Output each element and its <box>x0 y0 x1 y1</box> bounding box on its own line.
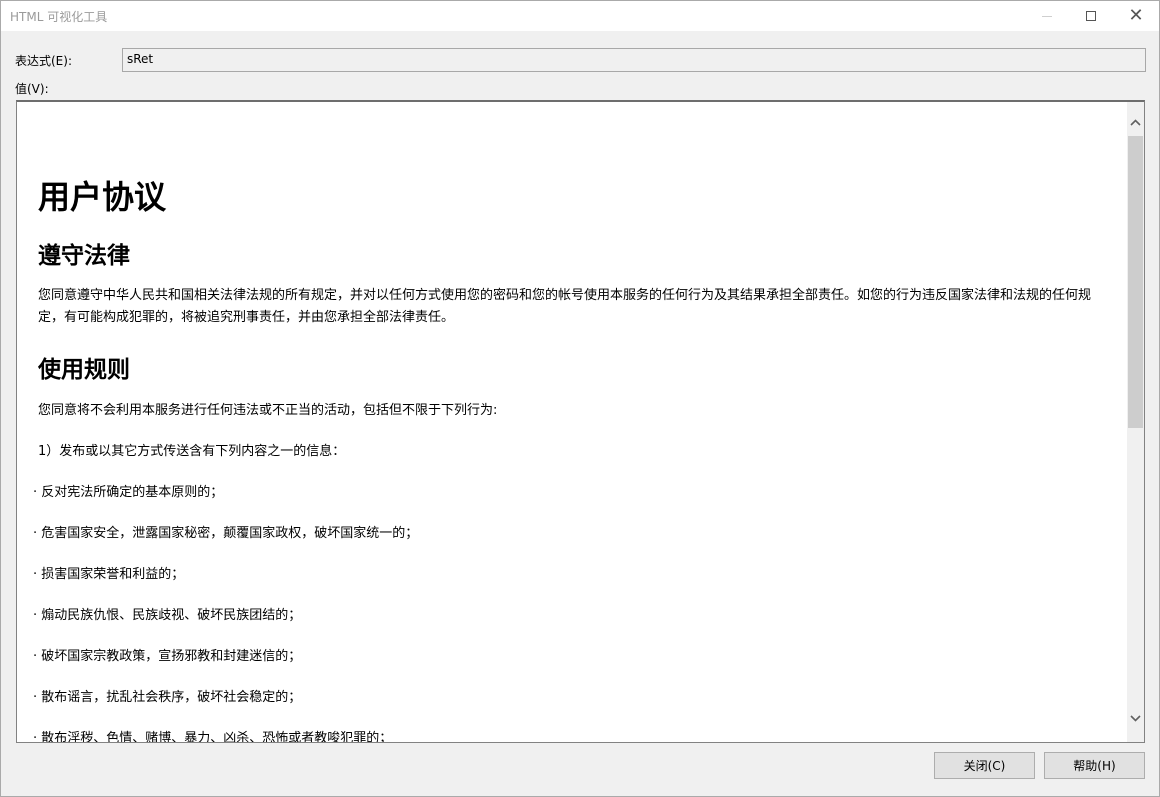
list-item: · 损害国家荣誉和利益的； <box>33 567 185 582</box>
maximize-icon <box>1086 11 1096 21</box>
doc-title: 用户协议 <box>38 178 167 216</box>
expression-field[interactable]: sRet <box>122 48 1146 72</box>
maximize-button[interactable] <box>1068 1 1114 31</box>
help-button[interactable]: 帮助(H) <box>1044 752 1145 779</box>
section-text-law: 您同意遵守中华人民共和国相关法律法规的所有规定，并对以任何方式使用您的密码和您的… <box>38 288 1092 325</box>
window-title: HTML 可视化工具 <box>10 10 108 24</box>
html-value-viewer[interactable]: 用户协议 遵守法律 您同意遵守中华人民共和国相关法律法规的所有规定，并对以任何方… <box>16 100 1145 743</box>
list-item: · 反对宪法所确定的基本原则的； <box>33 485 224 500</box>
list-item: · 煽动民族仇恨、民族歧视、破坏民族团结的； <box>33 608 302 623</box>
list-item: · 破坏国家宗教政策，宣扬邪教和封建迷信的； <box>33 649 302 664</box>
rendered-html-content: 用户协议 遵守法律 您同意遵守中华人民共和国相关法律法规的所有规定，并对以任何方… <box>17 102 1127 742</box>
section-heading-rules: 使用规则 <box>38 357 130 383</box>
section-heading-law: 遵守法律 <box>38 243 130 269</box>
scrollbar-thumb[interactable] <box>1128 136 1143 428</box>
section-text-rules: 您同意将不会利用本服务进行任何违法或不正当的活动，包括但不限于下列行为: <box>38 403 498 418</box>
minimize-icon <box>1042 15 1052 17</box>
expression-label: 表达式(E): <box>15 54 72 68</box>
list-item: · 散布淫秽、色情、赌博、暴力、凶杀、恐怖或者教唆犯罪的； <box>33 731 393 742</box>
html-visualizer-window: HTML 可视化工具 ✕ 表达式(E): sRet 值(V): 用户协议 遵守法… <box>0 0 1160 797</box>
vertical-scrollbar[interactable] <box>1127 102 1144 742</box>
close-button[interactable]: 关闭(C) <box>934 752 1035 779</box>
close-window-button[interactable]: ✕ <box>1113 1 1159 31</box>
scroll-up-arrow-icon[interactable] <box>1127 114 1144 131</box>
title-bar[interactable]: HTML 可视化工具 ✕ <box>1 1 1159 31</box>
list-item: · 散布谣言，扰乱社会秩序，破坏社会稳定的； <box>33 690 302 705</box>
list-item: · 危害国家安全，泄露国家秘密，颠覆国家政权，破坏国家统一的； <box>33 526 419 541</box>
list-intro: 1）发布或以其它方式传送含有下列内容之一的信息： <box>38 444 346 459</box>
value-label: 值(V): <box>15 82 49 96</box>
minimize-button[interactable] <box>1024 1 1070 31</box>
scroll-down-arrow-icon[interactable] <box>1127 710 1144 727</box>
close-icon: ✕ <box>1128 5 1144 26</box>
